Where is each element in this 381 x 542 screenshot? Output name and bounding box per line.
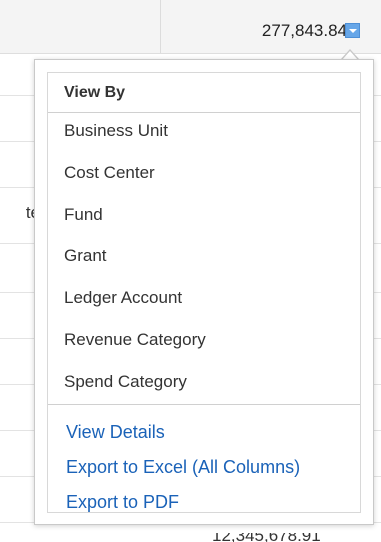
header-amount-value: 277,843.84: [261, 21, 347, 40]
view-by-fund[interactable]: Fund: [64, 204, 103, 226]
partial-cell-value: 12,345,678.91: [212, 533, 332, 542]
partial-cell-text: te: [25, 203, 36, 222]
table-header-row: 277,843.84: [0, 0, 381, 54]
column-divider: [160, 0, 161, 53]
view-by-revenue-category[interactable]: Revenue Category: [64, 329, 206, 351]
view-by-cost-center[interactable]: Cost Center: [64, 162, 155, 184]
amount-dropdown-toggle[interactable]: [345, 23, 360, 38]
popup-actions: View Details Export to Excel (All Column…: [48, 405, 360, 513]
chevron-down-icon: [349, 29, 357, 33]
view-by-ledger-account[interactable]: Ledger Account: [64, 287, 182, 309]
view-by-list: Business Unit Cost Center Fund Grant Led…: [48, 113, 360, 405]
view-by-grant[interactable]: Grant: [64, 245, 107, 267]
view-by-heading: View By: [48, 73, 360, 113]
view-by-business-unit[interactable]: Business Unit: [64, 120, 168, 142]
view-by-popup: View By Business Unit Cost Center Fund G…: [34, 59, 374, 525]
view-by-spend-category[interactable]: Spend Category: [64, 371, 187, 393]
view-details-link[interactable]: View Details: [66, 421, 165, 443]
export-excel-link[interactable]: Export to Excel (All Columns): [66, 456, 300, 478]
export-pdf-link[interactable]: Export to PDF: [66, 491, 179, 513]
popup-panel: View By Business Unit Cost Center Fund G…: [47, 72, 361, 513]
